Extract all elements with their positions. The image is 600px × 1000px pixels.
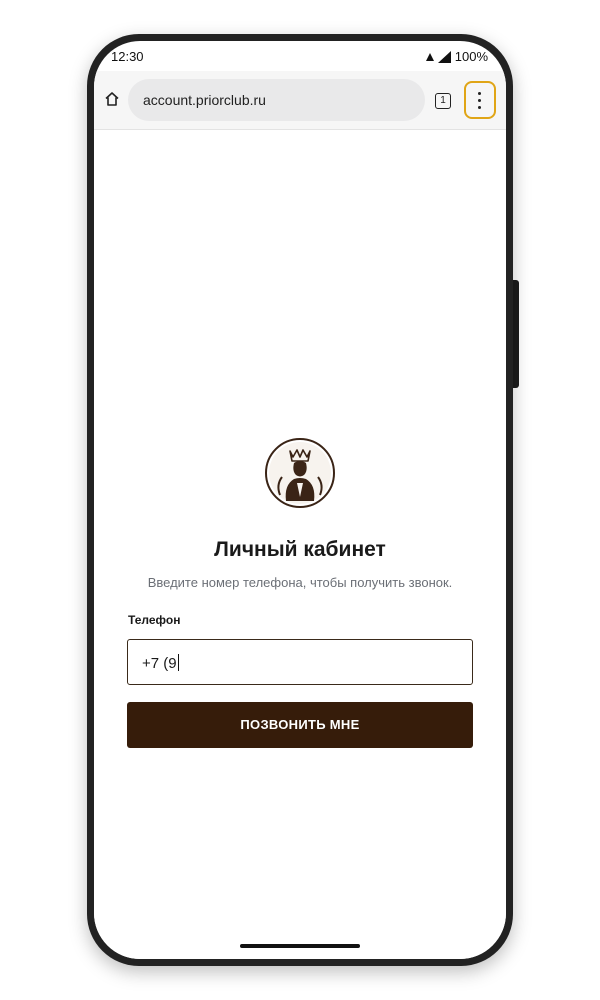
- phone-screen: 12:30 100% account.priorclub.ru 1 Личный…: [94, 41, 506, 959]
- status-time: 12:30: [111, 49, 144, 64]
- home-indicator[interactable]: [240, 944, 360, 948]
- address-bar[interactable]: account.priorclub.ru: [128, 79, 425, 121]
- phone-input[interactable]: +7 (9: [127, 639, 473, 685]
- club-logo: [265, 438, 335, 508]
- phone-frame: 12:30 100% account.priorclub.ru 1 Личный…: [87, 34, 513, 966]
- phone-field-label: Телефон: [128, 613, 181, 627]
- home-icon[interactable]: [104, 91, 120, 107]
- url-text: account.priorclub.ru: [143, 92, 266, 108]
- battery-level: 100%: [454, 49, 488, 64]
- signal-icon: [437, 50, 451, 63]
- browser-menu-button[interactable]: [464, 81, 496, 119]
- browser-toolbar: account.priorclub.ru 1: [94, 71, 506, 130]
- wifi-icon: [425, 52, 434, 61]
- status-bar: 12:30 100%: [94, 41, 506, 71]
- page-content: Личный кабинет Введите номер телефона, ч…: [94, 130, 506, 959]
- call-me-button[interactable]: ПОЗВОНИТЬ МНЕ: [127, 702, 473, 748]
- page-subtitle: Введите номер телефона, чтобы получить з…: [147, 575, 453, 590]
- text-caret: [177, 654, 179, 671]
- tab-switcher-button[interactable]: 1: [435, 93, 451, 109]
- status-indicators: 100%: [425, 49, 488, 64]
- phone-input-value: +7 (9: [142, 655, 177, 672]
- more-vert-icon: [478, 92, 482, 113]
- page-title: Личный кабинет: [214, 538, 386, 561]
